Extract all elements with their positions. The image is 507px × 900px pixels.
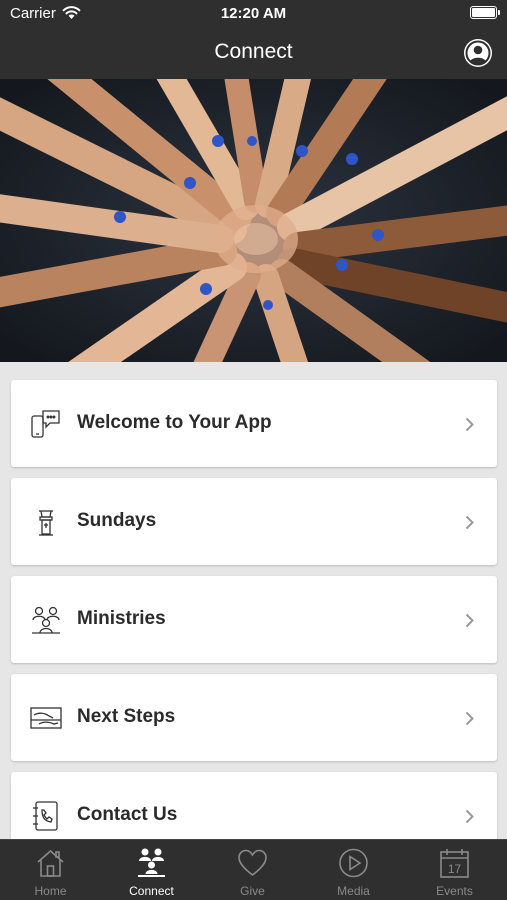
tab-label: Home [34, 884, 67, 898]
connect-icon [138, 848, 165, 877]
tab-media[interactable]: Media [303, 840, 404, 900]
tab-events[interactable]: 17 Events [404, 840, 505, 900]
tab-give[interactable]: Give [202, 840, 303, 900]
tab-label: Events [436, 884, 473, 898]
tab-label: Media [337, 884, 370, 898]
calendar-icon: 17 [440, 849, 469, 878]
steps-icon [30, 707, 62, 729]
home-icon [37, 849, 64, 877]
tab-label: Give [240, 884, 265, 898]
menu-item-label: Next Steps [77, 706, 176, 727]
menu-item-label: Welcome to Your App [77, 412, 272, 433]
group-icon [32, 606, 60, 634]
menu-item-label: Sundays [77, 510, 157, 531]
chevron-right-icon [465, 711, 474, 726]
chevron-right-icon [465, 613, 474, 628]
tab-home[interactable]: Home [0, 840, 101, 900]
play-icon [339, 848, 368, 878]
svg-text:17: 17 [448, 862, 462, 876]
hero-image [0, 79, 507, 362]
menu-item-sundays[interactable]: Sundays [11, 478, 497, 565]
tab-label: Connect [129, 884, 174, 898]
podium-icon [39, 510, 53, 536]
chevron-right-icon [465, 515, 474, 530]
menu-list: Welcome to Your App Sundays Ministries N… [11, 380, 497, 870]
page-title: Connect [214, 40, 293, 63]
battery-icon [470, 6, 500, 19]
menu-item-label: Ministries [77, 608, 166, 629]
tab-connect[interactable]: Connect [101, 840, 202, 900]
chevron-right-icon [465, 809, 474, 824]
clock: 12:20 AM [220, 5, 287, 22]
profile-icon[interactable] [464, 39, 492, 67]
phone-chat-icon [31, 410, 60, 438]
chevron-right-icon [465, 417, 474, 432]
heart-icon [238, 849, 267, 877]
address-book-icon [33, 801, 58, 831]
menu-item-ministries[interactable]: Ministries [11, 576, 497, 663]
nav-bar: Connect [0, 28, 507, 79]
menu-item-label: Contact Us [77, 804, 178, 825]
menu-item-next-steps[interactable]: Next Steps [11, 674, 497, 761]
status-bar: Carrier 12:20 AM [0, 0, 507, 28]
tab-bar: Home Connect Give Media 17 Events [0, 839, 507, 900]
menu-item-welcome[interactable]: Welcome to Your App [11, 380, 497, 467]
